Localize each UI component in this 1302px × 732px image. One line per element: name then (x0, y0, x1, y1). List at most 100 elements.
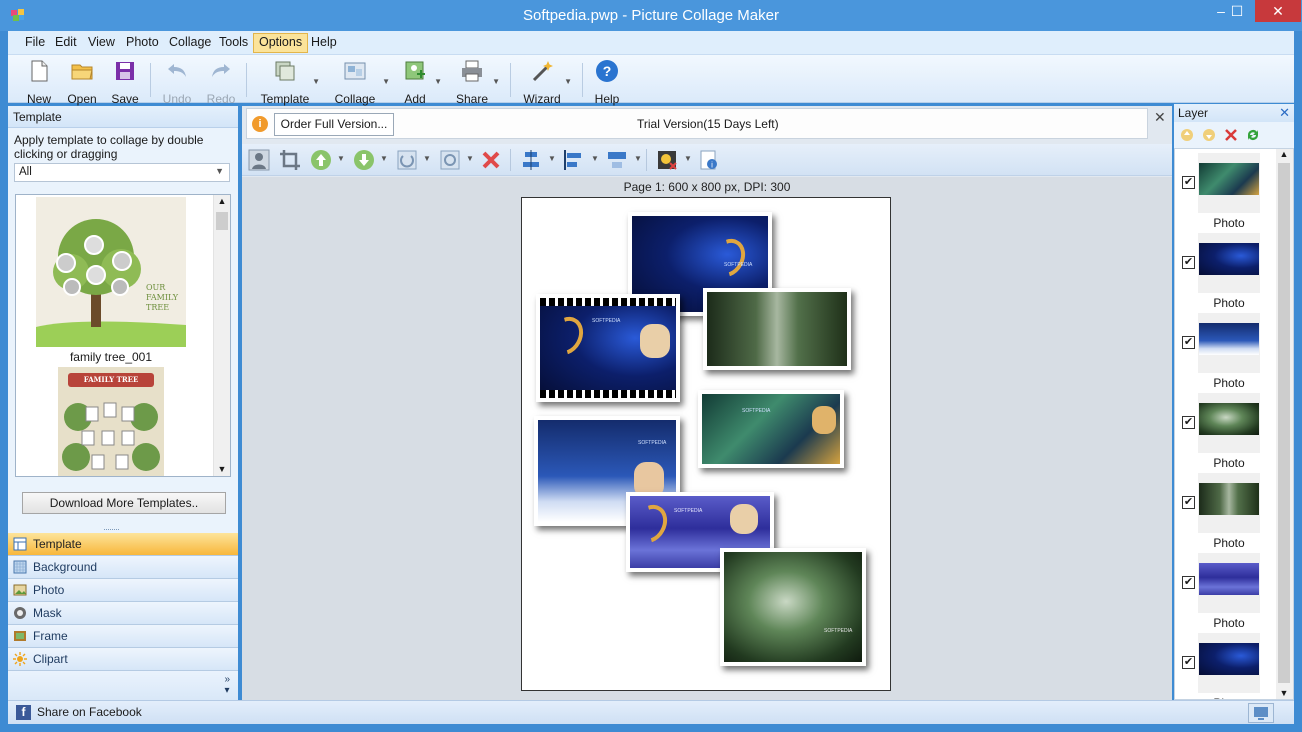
layer-row[interactable]: ✔Photo (1175, 473, 1278, 553)
undo-button[interactable]: Undo (158, 57, 196, 106)
redo-button[interactable]: Redo (202, 57, 240, 106)
template-button[interactable]: Template ▼ (260, 57, 320, 106)
layer-visibility-checkbox[interactable]: ✔ (1182, 576, 1195, 589)
properties-icon[interactable]: i (698, 149, 720, 171)
layer-row[interactable]: ✔Photo (1175, 393, 1278, 473)
collage-button[interactable]: Collage ▼ (330, 57, 390, 106)
menu-photo[interactable]: Photo (121, 33, 164, 53)
nav-more-button[interactable]: » ▾ (8, 671, 238, 700)
double-chevron-right-icon[interactable]: » ▾ (224, 674, 230, 696)
chevron-down-icon[interactable]: ▼ (684, 154, 692, 163)
scroll-down-icon[interactable]: ▼ (1276, 688, 1292, 698)
nav-template[interactable]: Template (8, 533, 238, 556)
wizard-button[interactable]: Wizard ▼ (522, 57, 572, 106)
align-left-icon[interactable] (563, 149, 585, 171)
menu-file[interactable]: File (20, 33, 50, 53)
layer-visibility-checkbox[interactable]: ✔ (1182, 336, 1195, 349)
collage-photo[interactable] (703, 288, 851, 370)
layer-row[interactable]: ✔Photo (1175, 633, 1278, 699)
crop-icon[interactable] (279, 149, 301, 171)
share-on-facebook-link[interactable]: Share on Facebook (37, 705, 142, 719)
layer-list-scrollbar[interactable]: ▲ ▼ (1276, 149, 1293, 699)
layer-up-icon[interactable] (1180, 128, 1194, 142)
menu-view[interactable]: View (83, 33, 120, 53)
layer-row[interactable]: ✔Photo (1175, 153, 1278, 233)
message-icon[interactable] (1248, 703, 1274, 723)
chevron-down-icon[interactable]: ▼ (382, 77, 390, 86)
collage-photo-filmstrip[interactable]: SOFTPEDIA (536, 294, 680, 402)
chevron-down-icon[interactable]: ▼ (591, 154, 599, 163)
nav-clipart[interactable]: Clipart (8, 648, 238, 671)
layer-visibility-checkbox[interactable]: ✔ (1182, 176, 1195, 189)
close-infobar-icon[interactable]: ✕ (1154, 109, 1166, 126)
nav-frame[interactable]: Frame (8, 625, 238, 648)
menu-options[interactable]: Options (253, 33, 309, 53)
template-list-scrollbar[interactable]: ▲ ▼ (213, 195, 230, 476)
nav-background[interactable]: Background (8, 556, 238, 579)
chevron-down-icon[interactable]: ▼ (564, 77, 572, 86)
order-full-version-button[interactable]: Order Full Version... (274, 113, 394, 136)
scroll-down-icon[interactable]: ▼ (214, 464, 230, 474)
layer-thumbnail-frame[interactable] (1198, 313, 1260, 373)
layer-visibility-checkbox[interactable]: ✔ (1182, 416, 1195, 429)
chevron-down-icon[interactable]: ▼ (634, 154, 642, 163)
layer-thumbnail-frame[interactable] (1198, 153, 1260, 213)
layer-thumbnail-frame[interactable] (1198, 633, 1260, 693)
collage-photo[interactable]: SOFTPEDIA (698, 390, 844, 468)
menu-edit[interactable]: Edit (50, 33, 82, 53)
layer-row[interactable]: ✔Photo (1175, 233, 1278, 313)
chevron-down-icon[interactable]: ▼ (548, 154, 556, 163)
effects-icon[interactable] (656, 149, 678, 171)
help-button[interactable]: ? Help (592, 57, 622, 106)
menu-help[interactable]: Help (306, 33, 342, 53)
maximize-button[interactable]: ☐ (1222, 0, 1252, 22)
rotate-icon[interactable] (396, 149, 418, 171)
refresh-icon[interactable] (1246, 128, 1260, 142)
close-panel-icon[interactable]: ✕ (1279, 105, 1290, 121)
menu-tools[interactable]: Tools (214, 33, 253, 53)
template-filter-select[interactable]: All ▼ (14, 163, 230, 182)
share-button[interactable]: Share ▼ (454, 57, 500, 106)
menu-collage[interactable]: Collage (164, 33, 216, 53)
flip-icon[interactable] (439, 149, 461, 171)
layer-row[interactable]: ✔Photo (1175, 553, 1278, 633)
chevron-down-icon[interactable]: ▼ (492, 77, 500, 86)
download-more-templates-button[interactable]: Download More Templates.. (22, 492, 226, 514)
layer-thumbnail-frame[interactable] (1198, 233, 1260, 293)
scroll-up-icon[interactable]: ▲ (1276, 149, 1292, 159)
bring-forward-icon[interactable] (310, 149, 332, 171)
chevron-down-icon[interactable]: ▼ (380, 154, 388, 163)
chevron-down-icon[interactable]: ▼ (312, 77, 320, 86)
delete-icon[interactable] (480, 149, 502, 171)
new-button[interactable]: New (22, 57, 56, 106)
save-button[interactable]: Save (108, 57, 142, 106)
layer-thumbnail-frame[interactable] (1198, 473, 1260, 533)
chevron-down-icon[interactable]: ▼ (423, 154, 431, 163)
collage-photo[interactable]: SOFTPEDIA (720, 548, 866, 666)
template-thumbnail-family-tree-2[interactable]: FAMILY TREE (58, 367, 164, 476)
distribute-icon[interactable] (606, 149, 628, 171)
layer-visibility-checkbox[interactable]: ✔ (1182, 496, 1195, 509)
layer-row[interactable]: ✔Photo (1175, 313, 1278, 393)
send-backward-icon[interactable] (353, 149, 375, 171)
person-icon[interactable] (248, 149, 270, 171)
layer-visibility-checkbox[interactable]: ✔ (1182, 656, 1195, 669)
layer-down-icon[interactable] (1202, 128, 1216, 142)
nav-mask[interactable]: Mask (8, 602, 238, 625)
add-button[interactable]: Add ▼ (398, 57, 442, 106)
delete-layer-icon[interactable] (1224, 128, 1238, 142)
open-button[interactable]: Open (64, 57, 100, 106)
chevron-down-icon[interactable]: ▼ (434, 77, 442, 86)
chevron-down-icon[interactable]: ▼ (337, 154, 345, 163)
template-thumbnail-family-tree[interactable]: OUR FAMILY TREE (36, 197, 186, 347)
nav-photo[interactable]: Photo (8, 579, 238, 602)
scroll-up-icon[interactable]: ▲ (214, 196, 230, 206)
chevron-down-icon[interactable]: ▼ (466, 154, 474, 163)
close-button[interactable]: ✕ (1255, 0, 1301, 22)
collage-page[interactable]: SOFTPEDIA SOFTPEDIA SOFTPEDIA SOFTPEDIA (521, 197, 891, 691)
layer-visibility-checkbox[interactable]: ✔ (1182, 256, 1195, 269)
layer-thumbnail-frame[interactable] (1198, 393, 1260, 453)
layer-thumbnail-frame[interactable] (1198, 553, 1260, 613)
align-center-icon[interactable] (520, 149, 542, 171)
scrollbar-thumb[interactable] (216, 212, 228, 230)
